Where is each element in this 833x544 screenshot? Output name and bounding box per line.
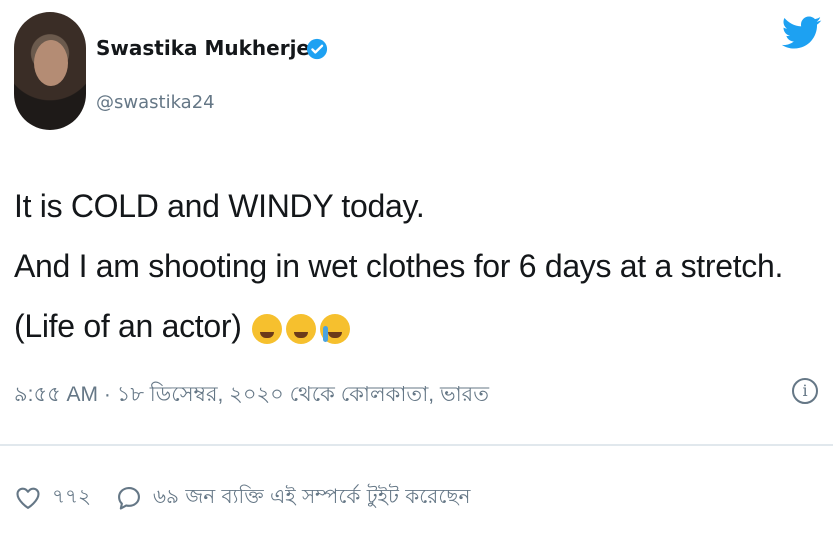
tweet-line-2: And I am shooting in wet clothes for 6 d… (14, 248, 784, 284)
author-handle[interactable]: @swastika24 (96, 92, 215, 113)
verified-badge-icon (306, 38, 328, 60)
tweet-card: Swastika Mukherjee @swastika24 It is COL… (0, 0, 833, 544)
reply-text: ৬৯ জন ব্যক্তি এই সম্পর্কে টুইট করেছেন (153, 483, 471, 508)
weary-face-emoji-icon (285, 313, 316, 344)
avatar[interactable] (14, 12, 86, 130)
tweet-line-3-text: (Life of an actor) (14, 308, 242, 344)
tweet-line-1: It is COLD and WINDY today. (14, 188, 425, 224)
like-button[interactable]: ৭৭২ (14, 482, 91, 515)
heart-icon (16, 487, 40, 509)
author-name[interactable]: Swastika Mukherjee (96, 36, 324, 60)
tweet-actions: ৭৭২ ৬৯ জন ব্যক্তি এই সম্পর্কে টুইট করেছে… (14, 478, 470, 518)
tweet-timestamp[interactable]: ৯:৫৫ AM · ১৮ ডিসেম্বর, ২০২০ থেকে কোলকাতা… (14, 378, 489, 413)
loudly-crying-face-emoji-icon (319, 313, 350, 344)
crying-face-emoji-icon (251, 313, 282, 344)
tweet-line-3: (Life of an actor) (14, 296, 783, 356)
reply-button[interactable]: ৬৯ জন ব্যক্তি এই সম্পর্কে টুইট করেছেন (115, 482, 470, 515)
info-icon[interactable]: i (792, 378, 818, 404)
divider (0, 444, 833, 446)
tweet-text: It is COLD and WINDY today. And I am sho… (14, 176, 783, 356)
twitter-bird-icon[interactable] (782, 16, 822, 50)
speech-bubble-icon (118, 487, 140, 510)
like-count: ৭৭২ (52, 483, 92, 508)
